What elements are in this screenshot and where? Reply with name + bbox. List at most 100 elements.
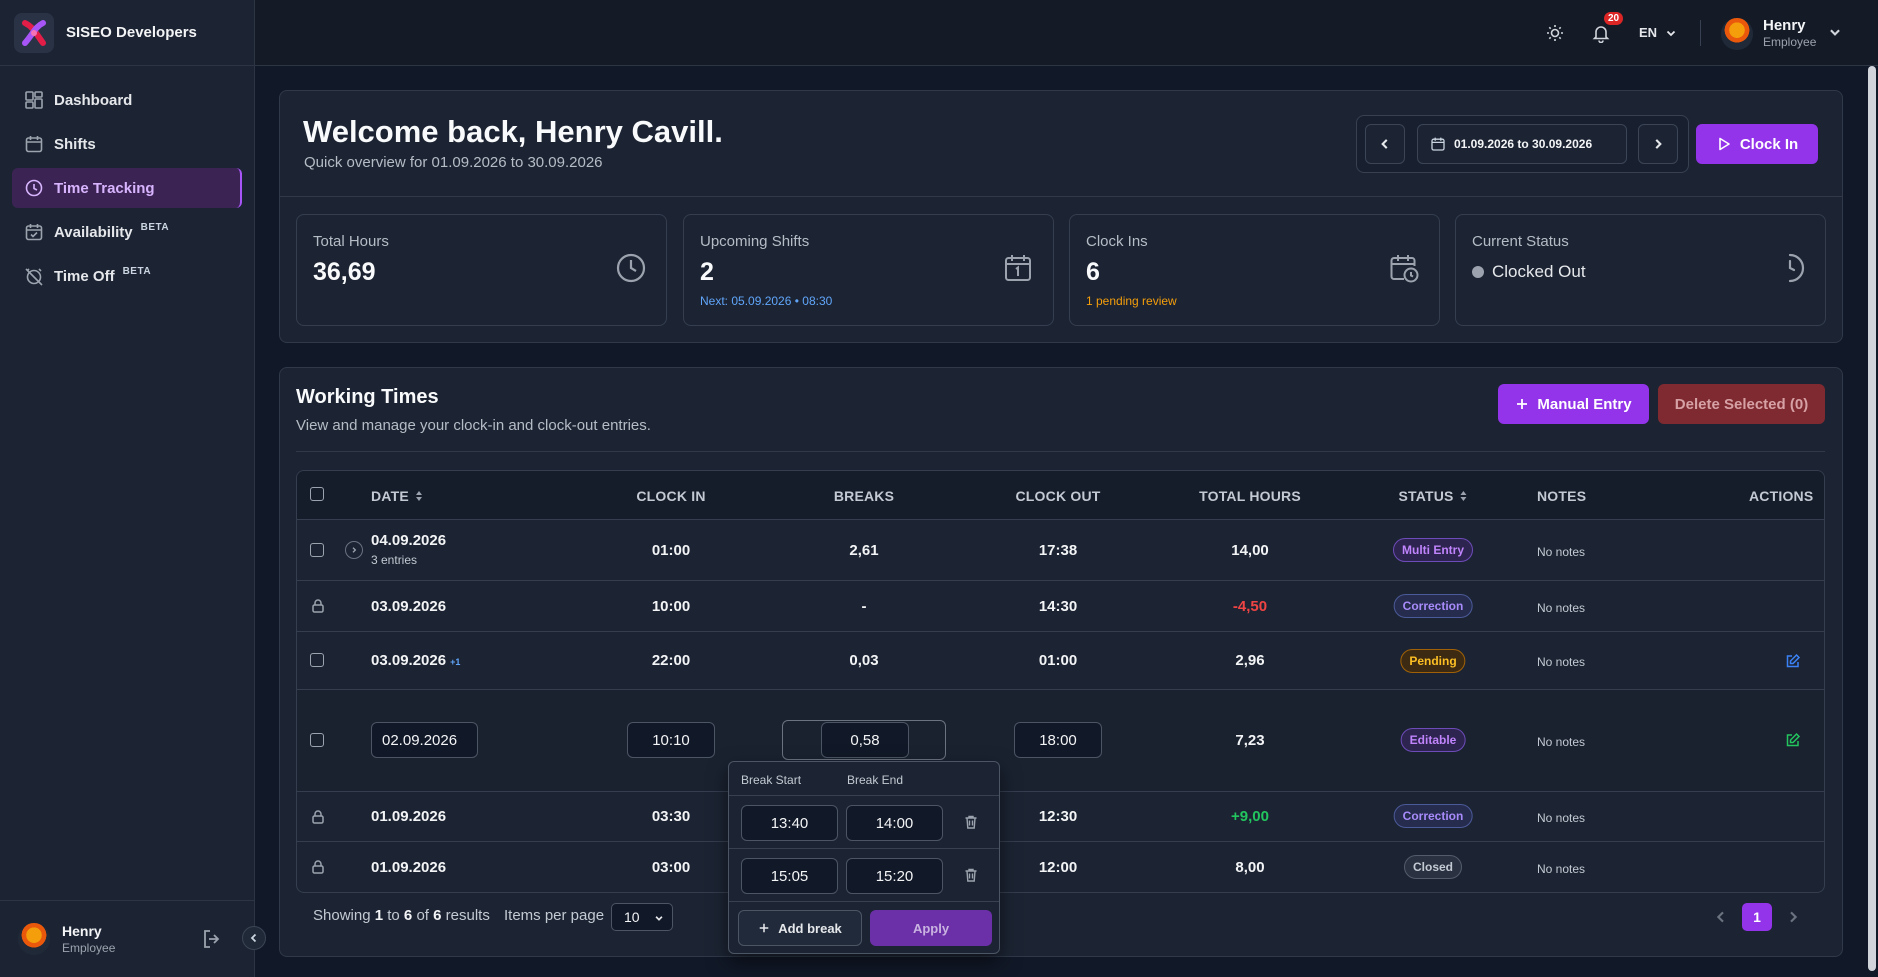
add-break-button[interactable]: Add break <box>738 910 862 946</box>
sidebar-item-availability[interactable]: Availability BETA <box>12 212 242 252</box>
trash-icon[interactable] <box>963 867 979 883</box>
sidebar-user-role: Employee <box>62 941 116 955</box>
sidebar-item-label: Time Off <box>54 267 115 285</box>
apply-button[interactable]: Apply <box>870 910 992 946</box>
table-row[interactable]: 01.09.2026 03:00 12:00 8,00 Closed No no… <box>297 842 1824 892</box>
row-checkbox[interactable] <box>310 543 324 557</box>
delete-selected-button[interactable]: Delete Selected (0) <box>1658 384 1825 424</box>
date-cell: 01.09.2026 <box>371 859 447 876</box>
break-end-input[interactable]: 15:20 <box>846 858 943 894</box>
expand-row-button[interactable] <box>345 541 363 559</box>
beta-badge: BETA <box>122 265 152 277</box>
status-badge: Correction <box>1393 804 1473 828</box>
next-period-button[interactable] <box>1638 124 1678 164</box>
logout-icon[interactable] <box>200 927 224 951</box>
stat-value: 2 <box>700 258 714 286</box>
break-start-input[interactable]: 13:40 <box>741 805 838 841</box>
delete-selected-label: Delete Selected (0) <box>1674 395 1809 413</box>
column-header-status[interactable]: STATUS <box>1398 488 1467 504</box>
sidebar-item-time-off[interactable]: Time Off BETA <box>12 256 242 296</box>
sidebar-item-dashboard[interactable]: Dashboard <box>12 80 242 120</box>
status-indicator: Clocked Out <box>1472 262 1586 282</box>
items-per-page-select[interactable]: 10 <box>611 903 673 931</box>
avatar[interactable] <box>1721 18 1753 50</box>
sun-icon[interactable] <box>1545 23 1565 43</box>
notes-cell: No notes <box>1537 811 1586 825</box>
edit-save-icon[interactable] <box>1785 732 1801 748</box>
table-row[interactable]: 03.09.2026 +1 22:00 0,03 01:00 2,96 Pendi… <box>297 632 1824 690</box>
brand[interactable]: SISEO Developers <box>0 0 254 66</box>
sidebar-item-label: Availability <box>54 223 133 241</box>
table-row[interactable]: 04.09.2026 3 entries 01:00 2,61 17:38 14… <box>297 520 1824 581</box>
sidebar-user-name: Henry <box>62 923 102 939</box>
clock-out-input[interactable]: 18:00 <box>1014 722 1102 758</box>
clock-out-cell: 14:30 <box>1038 598 1078 615</box>
break-start-input[interactable]: 15:05 <box>741 858 838 894</box>
chevron-right-icon <box>352 547 357 553</box>
language-label: EN <box>1639 25 1658 40</box>
column-header-notes: NOTES <box>1537 488 1586 504</box>
stat-label: Upcoming Shifts <box>700 233 810 250</box>
breaks-input[interactable]: 0,58 <box>821 722 909 758</box>
row-checkbox[interactable] <box>310 733 324 747</box>
collapse-sidebar-button[interactable] <box>242 926 266 950</box>
column-header-label: TOTAL HOURS <box>1199 488 1301 504</box>
stat-card-upcoming-shifts: Upcoming Shifts 2 Next: 05.09.2026 • 08:… <box>683 214 1054 326</box>
date-input[interactable]: 02.09.2026 <box>371 722 478 758</box>
summary-text: results <box>445 907 490 924</box>
calendar-clock-icon <box>1390 255 1419 283</box>
previous-period-button[interactable] <box>1365 124 1405 164</box>
clock-icon <box>616 253 646 283</box>
avatar[interactable] <box>18 923 50 955</box>
edit-icon[interactable] <box>1785 653 1801 669</box>
divider <box>296 451 1825 452</box>
language-selector[interactable]: EN <box>1639 25 1677 40</box>
break-end-input[interactable]: 14:00 <box>846 805 943 841</box>
bell-icon[interactable] <box>1591 23 1611 43</box>
pagination-summary: Showing 1 to 6 of 6 results <box>313 907 490 924</box>
chevron-right-icon[interactable] <box>1785 909 1801 925</box>
stat-value: 36,69 <box>313 258 376 286</box>
sidebar-item-shifts[interactable]: Shifts <box>12 124 242 164</box>
stat-subtext: 1 pending review <box>1086 294 1177 308</box>
chevron-right-icon <box>1655 139 1662 149</box>
clock-in-input[interactable]: 10:10 <box>627 722 715 758</box>
sort-icon <box>1460 491 1467 501</box>
notes-cell: No notes <box>1537 655 1586 669</box>
date-cell: 04.09.2026 <box>371 532 447 549</box>
table-row[interactable]: 01.09.2026 03:30 12:30 +9,00 Correction … <box>297 792 1824 842</box>
trash-icon[interactable] <box>963 814 979 830</box>
column-header-clock-in: CLOCK IN <box>636 488 705 504</box>
working-times-table: DATE CLOCK IN BREAKS CLOCK OUT TOTAL HOU… <box>296 470 1825 893</box>
column-header-label: CLOCK IN <box>636 488 706 504</box>
play-icon <box>1719 137 1730 151</box>
column-header-date[interactable]: DATE <box>371 488 423 504</box>
breaks-cell: - <box>861 598 867 615</box>
sidebar-item-label: Shifts <box>54 135 96 153</box>
table-row[interactable]: 03.09.2026 10:00 - 14:30 -4,50 Correctio… <box>297 581 1824 632</box>
clock-dashed-icon <box>1788 253 1805 283</box>
sidebar-item-label: Time Tracking <box>54 179 155 197</box>
clock-in-button[interactable]: Clock In <box>1696 124 1818 164</box>
chevron-left-icon[interactable] <box>1713 909 1729 925</box>
summary-text: to <box>387 907 400 924</box>
row-checkbox[interactable] <box>310 653 324 667</box>
sidebar-item-time-tracking[interactable]: Time Tracking <box>12 168 242 208</box>
column-header-breaks: BREAKS <box>834 488 894 504</box>
select-all-checkbox[interactable] <box>310 487 324 501</box>
page-button-current[interactable]: 1 <box>1742 903 1772 931</box>
stat-card-clock-ins: Clock Ins 6 1 pending review <box>1069 214 1440 326</box>
stat-value: Clocked Out <box>1492 262 1586 281</box>
divider <box>1700 20 1701 46</box>
user-menu[interactable]: Henry Employee <box>1763 17 1816 49</box>
date-range-input[interactable]: 01.09.2026 to 30.09.2026 <box>1417 124 1627 164</box>
table-row-editing[interactable]: 02.09.2026 10:10 0,58 18:00 7,23 Editabl… <box>297 690 1824 792</box>
stat-value: 6 <box>1086 258 1100 286</box>
table-header: DATE CLOCK IN BREAKS CLOCK OUT TOTAL HOU… <box>297 471 1824 520</box>
chevron-down-icon[interactable] <box>1828 25 1842 39</box>
page-scrollbar[interactable] <box>1868 66 1876 971</box>
manual-entry-button[interactable]: Manual Entry <box>1498 384 1649 424</box>
lock-icon <box>312 599 324 613</box>
summary-text: Showing <box>313 907 371 924</box>
date-cell: 01.09.2026 <box>371 808 447 825</box>
